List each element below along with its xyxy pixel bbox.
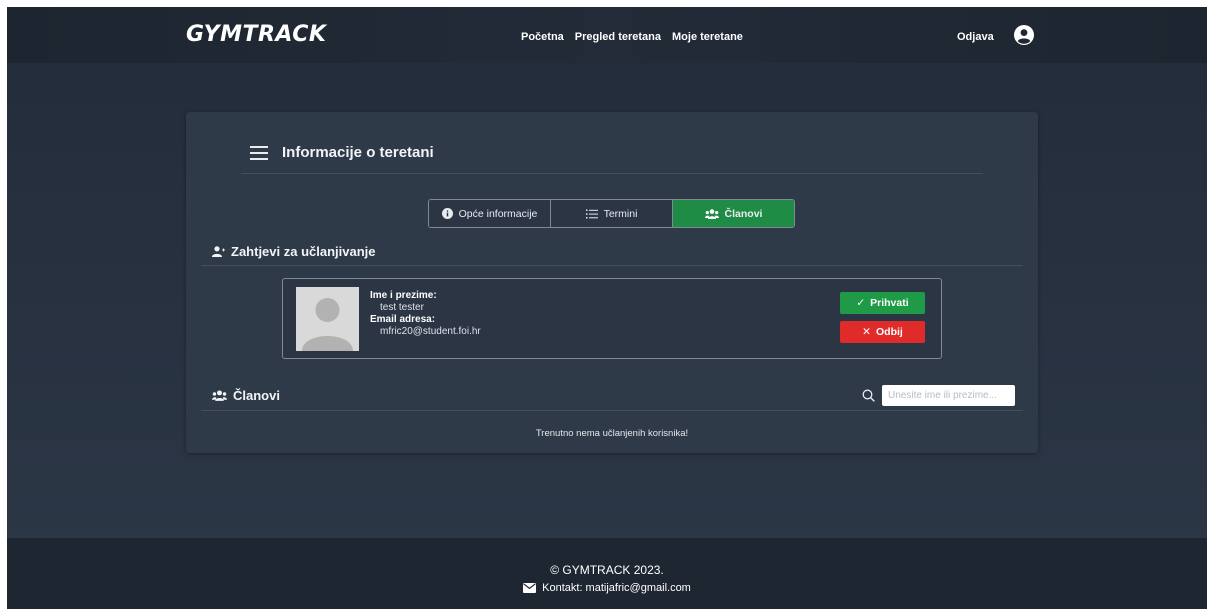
logout-link[interactable]: Odjava [957,31,994,43]
nav-link-pregled-teretana[interactable]: Pregled teretana [575,31,661,43]
reject-button[interactable]: ✕ Odbij [840,321,925,343]
tab-label: Opće informacije [458,207,538,220]
brand-logo[interactable]: GYMTRACK [186,22,326,47]
requester-name: test tester [380,302,424,313]
avatar [296,287,359,351]
hamburger-menu-icon[interactable] [250,145,268,160]
requester-email: mfric20@student.foi.hr [380,326,481,337]
card-title: Informacije o teretani [282,144,434,161]
contact-line: Kontakt: matijafric@gmail.com [7,582,1207,594]
member-search-input[interactable] [882,385,1015,406]
list-icon [585,209,598,218]
accept-button[interactable]: ✓ Prihvati [840,292,925,314]
divider [241,173,983,174]
name-label: Ime i prezime: [370,290,437,301]
top-navbar: GYMTRACK Početna Pregled teretana Moje t… [7,7,1207,63]
info-tabs: Opće informacije Termini Članovi [428,199,795,228]
main-nav: Početna Pregled teretana Moje teretane [521,31,743,43]
divider [201,410,1023,411]
members-heading: Članovi [212,388,280,403]
tab-opce-informacije[interactable]: Opće informacije [429,200,551,227]
membership-request-item: Ime i prezime: test tester Email adresa:… [282,278,942,359]
close-icon: ✕ [862,326,871,338]
reject-label: Odbij [875,326,903,338]
page-footer: © GYMTRACK 2023. Kontakt: matijafric@gma… [7,538,1207,609]
user-plus-icon [212,246,225,257]
users-icon [704,208,719,219]
tab-label: Članovi [724,207,763,220]
requests-heading: Zahtjevi za učlanjivanje [212,244,376,259]
info-circle-icon [441,208,453,219]
users-icon [212,390,227,401]
tab-termini[interactable]: Termini [551,200,673,227]
check-icon: ✓ [856,297,866,309]
gym-info-card: Informacije o teretani Opće informacije [186,112,1038,453]
nav-link-pocetna[interactable]: Početna [521,31,564,43]
tab-clanovi[interactable]: Članovi [673,200,794,227]
request-details: Ime i prezime: test tester Email adresa:… [370,290,481,338]
accept-label: Prihvati [870,297,909,309]
members-heading-label: Članovi [233,388,280,403]
no-members-message: Trenutno nema učlanjenih korisnika! [535,428,689,439]
default-avatar-icon [296,287,359,351]
search-icon [862,389,875,402]
email-label: Email adresa: [370,314,436,325]
app-frame: GYMTRACK Početna Pregled teretana Moje t… [7,7,1207,609]
copyright-text: © GYMTRACK 2023. [550,563,664,577]
contact-text[interactable]: Kontakt: matijafric@gmail.com [542,582,691,594]
user-circle-icon[interactable] [1014,25,1034,45]
tab-label: Termini [603,207,638,220]
card-header: Informacije o teretani [250,144,434,161]
envelope-icon [523,583,537,593]
nav-link-moje-teretane[interactable]: Moje teretane [672,31,743,43]
divider [201,265,1023,266]
requests-heading-label: Zahtjevi za učlanjivanje [231,244,376,259]
